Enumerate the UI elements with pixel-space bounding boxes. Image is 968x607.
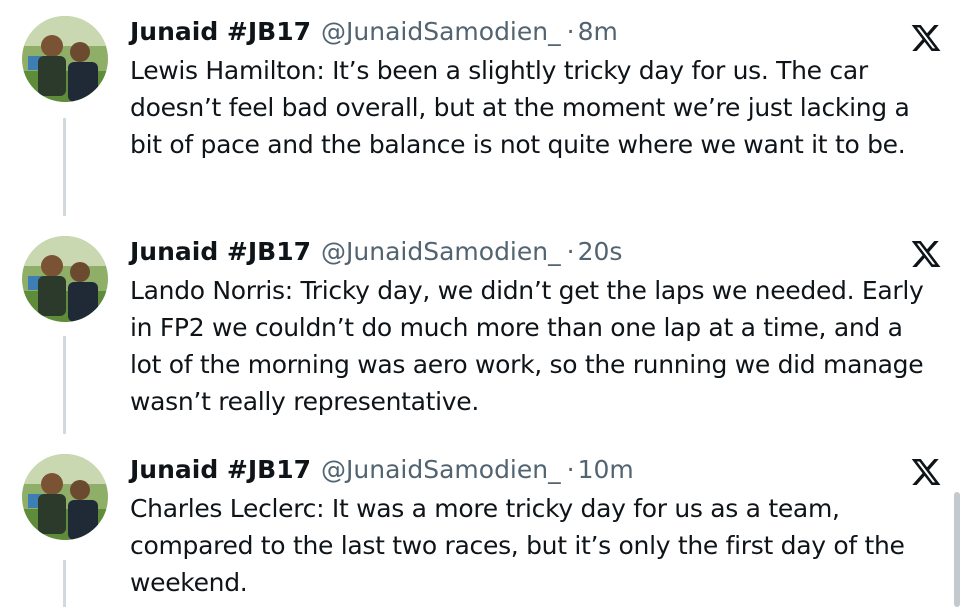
- avatar-image: [22, 16, 108, 102]
- separator: ·: [566, 455, 575, 484]
- post-text: Lewis Hamilton: It’s been a slightly tri…: [130, 56, 910, 159]
- post[interactable]: Junaid #JB17 @JunaidSamodien_ · 20s Land…: [0, 228, 968, 450]
- avatar[interactable]: [22, 454, 108, 540]
- timestamp[interactable]: 8m: [578, 12, 618, 52]
- thread-line: [63, 560, 66, 607]
- avatar-image: [22, 236, 108, 322]
- display-name[interactable]: Junaid #JB17: [130, 12, 311, 52]
- post-header: Junaid #JB17 @JunaidSamodien_ · 10m: [130, 450, 948, 490]
- timestamp[interactable]: 20s: [578, 232, 623, 272]
- scrollbar[interactable]: [954, 492, 960, 607]
- avatar[interactable]: [22, 16, 108, 102]
- post-header: Junaid #JB17 @JunaidSamodien_ · 8m: [130, 12, 948, 52]
- user-handle[interactable]: @JunaidSamodien_: [321, 232, 561, 272]
- thread-line: [63, 118, 66, 216]
- avatar-image: [22, 454, 108, 540]
- post[interactable]: Junaid #JB17 @JunaidSamodien_ · 10m Char…: [0, 450, 968, 607]
- x-logo-icon: [911, 25, 941, 51]
- user-handle[interactable]: @JunaidSamodien_: [321, 450, 561, 490]
- timestamp[interactable]: 10m: [578, 450, 634, 490]
- avatar[interactable]: [22, 236, 108, 322]
- post-text: Lando Norris: Tricky day, we didn’t get …: [130, 276, 924, 416]
- separator: ·: [566, 237, 575, 266]
- post[interactable]: Junaid #JB17 @JunaidSamodien_ · 8m Lewis…: [0, 0, 968, 228]
- post-body: Junaid #JB17 @JunaidSamodien_ · 8m Lewis…: [130, 12, 948, 163]
- x-logo-icon: [911, 241, 941, 267]
- display-name[interactable]: Junaid #JB17: [130, 450, 311, 490]
- user-handle[interactable]: @JunaidSamodien_: [321, 12, 561, 52]
- post-body: Junaid #JB17 @JunaidSamodien_ · 10m Char…: [130, 450, 948, 601]
- x-logo-icon: [911, 459, 941, 485]
- post-body: Junaid #JB17 @JunaidSamodien_ · 20s Land…: [130, 232, 948, 420]
- thread-line: [63, 336, 66, 434]
- post-text: Charles Leclerc: It was a more tricky da…: [130, 494, 905, 597]
- post-header: Junaid #JB17 @JunaidSamodien_ · 20s: [130, 232, 948, 272]
- separator: ·: [566, 17, 575, 46]
- post-feed: Junaid #JB17 @JunaidSamodien_ · 8m Lewis…: [0, 0, 968, 607]
- display-name[interactable]: Junaid #JB17: [130, 232, 311, 272]
